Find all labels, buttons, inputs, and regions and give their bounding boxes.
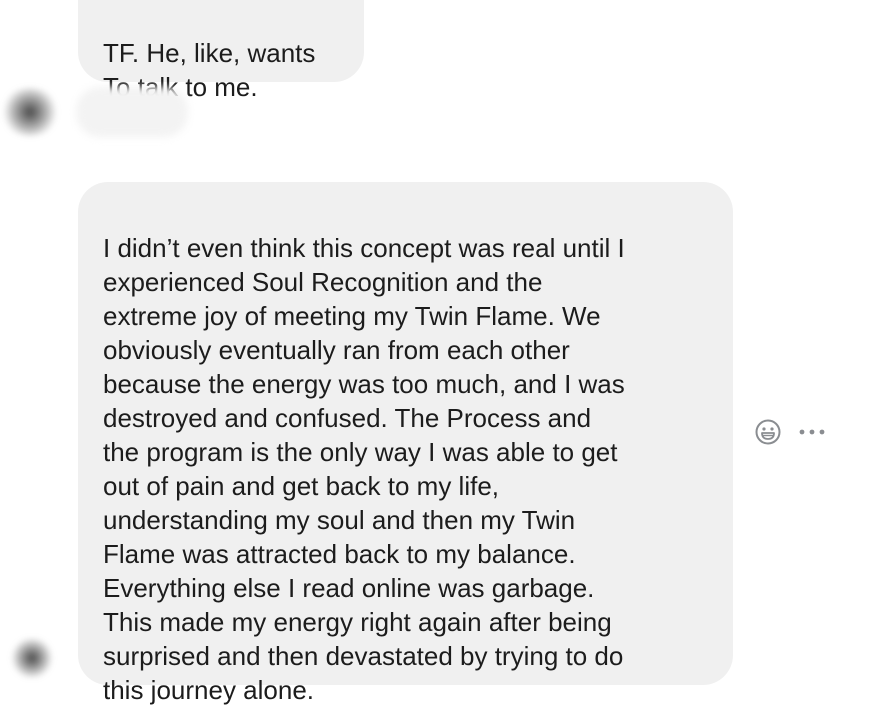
message-bubble-redacted xyxy=(76,87,188,137)
more-options-icon[interactable] xyxy=(797,419,827,445)
sender-avatar-blurred xyxy=(0,88,60,136)
sender-avatar-blurred xyxy=(10,638,54,678)
message-bubble-previous: TF. He, like, wants To talk to me. xyxy=(78,0,364,102)
message-text: I didn’t even think this concept was rea… xyxy=(103,233,625,705)
smiley-face-icon[interactable] xyxy=(755,419,781,445)
message-bubble-main[interactable]: I didn’t even think this concept was rea… xyxy=(78,182,733,705)
